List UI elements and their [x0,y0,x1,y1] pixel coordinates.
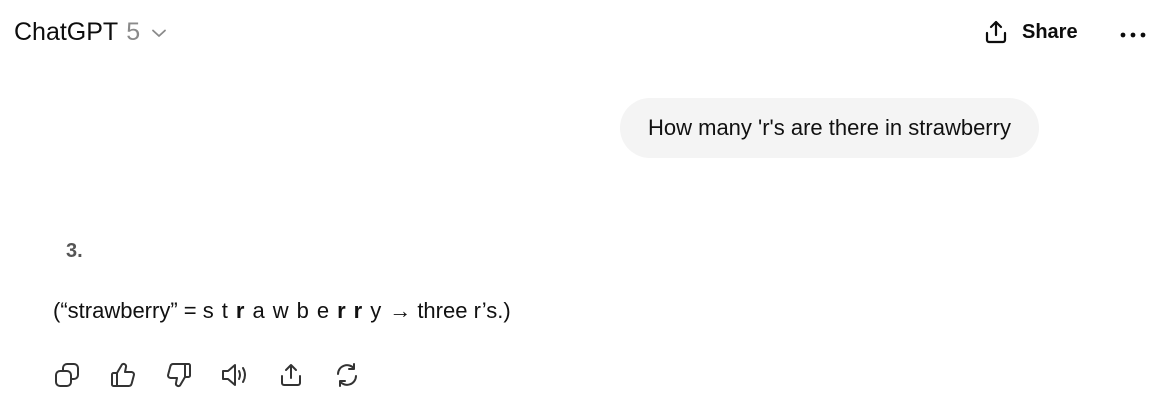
more-options-button[interactable] [1118,22,1148,48]
read-aloud-icon [220,361,250,389]
chevron-down-icon [150,24,168,42]
spelled-letter: r [235,298,245,323]
answer-open-text: (“strawberry” = [53,298,203,323]
spelled-letter: e [316,298,330,323]
user-message-text: How many 'r's are there in strawberry [648,115,1011,140]
spelled-letter: r [353,298,363,323]
bad-response-button[interactable] [164,360,194,390]
more-horizontal-icon [1120,31,1146,39]
spelled-letter: t [221,298,228,323]
spelled-letters: strawberry [203,298,389,323]
chat-page: ChatGPT 5 Share How many 'r's are there … [0,0,1159,416]
copy-button[interactable] [52,360,82,390]
spelled-letter: y [370,298,382,323]
message-actions [52,360,362,390]
spelled-letter: a [252,298,265,323]
share-response-button[interactable] [276,360,306,390]
answer-close-text: → three r’s.) [389,298,511,323]
assistant-answer-heading: 3. [66,240,83,262]
model-version: 5 [126,18,141,46]
good-response-button[interactable] [108,360,138,390]
share-icon [982,18,1010,46]
copy-icon [53,361,81,389]
share-label: Share [1022,20,1078,43]
regenerate-button[interactable] [332,360,362,390]
thumbs-up-icon [109,361,137,389]
read-aloud-button[interactable] [220,360,250,390]
spelled-letter: w [272,298,289,323]
spelled-letter: s [202,298,214,323]
model-switcher[interactable]: ChatGPT 5 [14,18,168,47]
assistant-answer-text: (“strawberry” = s t r a w b e r r y → three r’s.) [53,298,511,324]
thumbs-down-icon [165,361,193,389]
regenerate-icon [333,361,361,389]
user-message-bubble: How many 'r's are there in strawberry [620,98,1039,158]
spelled-letter: r [337,298,346,323]
share-button[interactable]: Share [982,18,1078,46]
model-name: ChatGPT [14,18,119,46]
spelled-letter: b [296,298,309,323]
share-response-icon [277,361,305,389]
